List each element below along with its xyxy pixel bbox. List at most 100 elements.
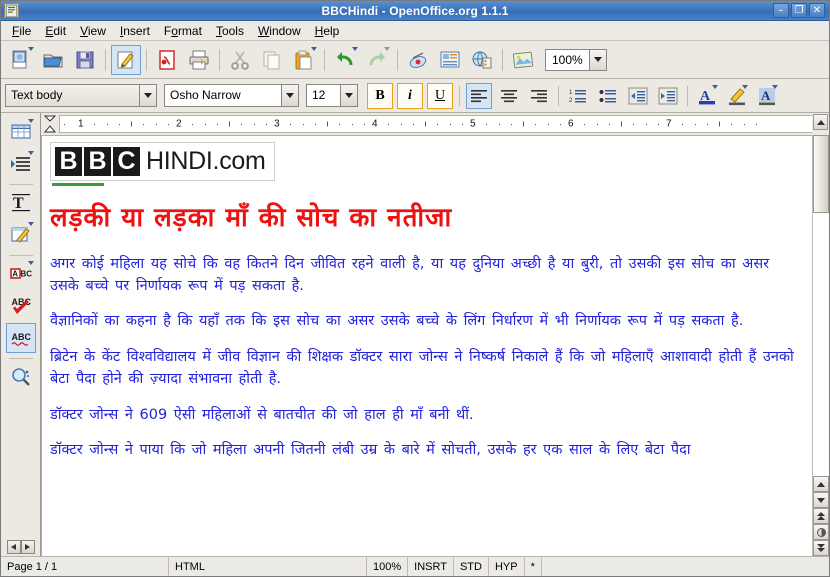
font-size-combo[interactable]: 12: [306, 84, 358, 107]
copy-icon[interactable]: [257, 45, 287, 75]
font-size-value: 12: [312, 88, 326, 102]
menu-tools[interactable]: Tools: [209, 22, 251, 40]
print-file-icon[interactable]: [184, 45, 214, 75]
ruler-minor-mark: [131, 121, 132, 127]
new-document-icon[interactable]: [6, 45, 36, 75]
ruler-minor-mark: [523, 121, 524, 127]
zoom-dropdown-button[interactable]: [588, 49, 606, 70]
bullets-icon[interactable]: [595, 83, 621, 109]
insert-table-dropdown-arrow[interactable]: [27, 119, 34, 123]
redo-dropdown-arrow[interactable]: [384, 46, 390, 51]
highlighting-icon[interactable]: [724, 83, 750, 109]
numbering-icon[interactable]: 12: [565, 83, 591, 109]
redo-icon[interactable]: [362, 45, 392, 75]
toolbar-separator: [502, 48, 503, 71]
document-text-column: B B C HINDI.com लड़की या लड़का माँ की सो…: [50, 142, 802, 462]
horizontal-ruler[interactable]: 1 2 3 4 5 6 7: [59, 115, 812, 133]
scroll-up-button-top[interactable]: [813, 114, 828, 130]
menu-file[interactable]: File: [5, 22, 38, 40]
scroll-down-button[interactable]: [813, 492, 829, 508]
new-dropdown-arrow[interactable]: [28, 46, 34, 51]
previous-page-button[interactable]: [813, 508, 829, 524]
scrollbar-thumb[interactable]: [813, 135, 829, 213]
close-button[interactable]: ✕: [809, 3, 825, 18]
autospellcheck-icon[interactable]: ABC: [5, 323, 36, 353]
cut-icon[interactable]: [225, 45, 255, 75]
font-color-icon[interactable]: A: [694, 83, 720, 109]
ruler-tick-3: 3: [274, 118, 280, 130]
gallery-icon[interactable]: [435, 45, 465, 75]
status-selection-mode[interactable]: STD: [454, 557, 489, 576]
menu-window[interactable]: Window: [251, 22, 308, 40]
next-page-button[interactable]: [813, 540, 829, 556]
edit-file-icon[interactable]: [111, 44, 141, 75]
insert-fields-icon[interactable]: [6, 149, 36, 179]
zoom-combo[interactable]: 100%: [545, 48, 607, 71]
navigator-icon[interactable]: [403, 45, 433, 75]
navigation-target-button[interactable]: [813, 524, 829, 540]
align-right-icon[interactable]: [526, 83, 552, 109]
font-name-combo[interactable]: Osho Narrow: [164, 84, 299, 107]
undo-dropdown-arrow[interactable]: [352, 46, 358, 51]
paragraph-style-combo[interactable]: Text body: [5, 84, 157, 107]
paste-dropdown-arrow[interactable]: [311, 46, 317, 51]
increase-indent-icon[interactable]: [655, 83, 681, 109]
status-insert-mode[interactable]: INSRT: [408, 557, 454, 576]
online-layout-icon[interactable]: [508, 45, 538, 75]
highlighting-dropdown-arrow[interactable]: [742, 84, 748, 89]
zoom-value: 100%: [552, 52, 583, 67]
scroll-left-button[interactable]: [6, 540, 21, 554]
open-document-icon[interactable]: [38, 45, 68, 75]
export-pdf-icon[interactable]: [152, 45, 182, 75]
align-left-icon[interactable]: [466, 82, 492, 109]
vertical-scrollbar[interactable]: [812, 135, 829, 556]
horizontal-scroll-mini[interactable]: [6, 540, 35, 554]
paragraph-style-dropdown[interactable]: [139, 85, 156, 106]
insert-table-icon[interactable]: [6, 117, 36, 147]
find-replace-dropdown-arrow[interactable]: [27, 261, 34, 265]
draw-functions-dropdown-arrow[interactable]: [27, 222, 34, 226]
font-color-dropdown-arrow[interactable]: [712, 84, 718, 89]
menu-view[interactable]: View: [73, 22, 113, 40]
font-name-dropdown[interactable]: [281, 85, 298, 106]
ruler-tick-7: 7: [666, 118, 672, 130]
minimize-button[interactable]: –: [773, 3, 789, 18]
scroll-right-button[interactable]: [20, 540, 35, 554]
font-size-dropdown[interactable]: [340, 85, 357, 106]
paste-icon[interactable]: [289, 45, 319, 75]
spellcheck-icon[interactable]: ABC: [6, 291, 36, 321]
menu-insert[interactable]: Insert: [113, 22, 157, 40]
decrease-indent-icon[interactable]: [625, 83, 651, 109]
restore-button[interactable]: ❐: [791, 3, 807, 18]
status-modified-indicator: *: [525, 557, 542, 576]
undo-icon[interactable]: [330, 45, 360, 75]
underline-button[interactable]: U: [427, 82, 453, 109]
insert-text-frame-icon[interactable]: T: [6, 188, 36, 218]
menu-edit[interactable]: Edit: [38, 22, 73, 40]
ruler-minor-mark: [633, 124, 635, 125]
menu-help[interactable]: Help: [308, 22, 347, 40]
bold-button[interactable]: B: [367, 82, 393, 109]
scroll-up-button[interactable]: [813, 476, 829, 492]
bbc-hindi-logo: B B C HINDI.com: [50, 142, 802, 186]
status-zoom[interactable]: 100%: [367, 557, 409, 576]
ruler-minor-mark: [339, 124, 341, 125]
graphics-view-icon[interactable]: [6, 362, 36, 392]
align-center-icon[interactable]: [496, 83, 522, 109]
draw-functions-icon[interactable]: [6, 220, 36, 250]
background-color-icon[interactable]: A: [754, 83, 780, 109]
svg-text:ABC: ABC: [11, 332, 31, 342]
background-color-dropdown-arrow[interactable]: [772, 84, 778, 89]
menu-format[interactable]: Format: [157, 22, 209, 40]
save-document-icon[interactable]: [70, 45, 100, 75]
insert-fields-dropdown-arrow[interactable]: [27, 151, 34, 155]
document-canvas[interactable]: B B C HINDI.com लड़की या लड़का माँ की सो…: [41, 135, 812, 556]
italic-button[interactable]: i: [397, 82, 423, 109]
scrollbar-trough[interactable]: [813, 135, 829, 476]
indent-marker[interactable]: [41, 113, 59, 135]
status-hyperlink-mode[interactable]: HYP: [489, 557, 525, 576]
scrollbar-grip: [817, 166, 825, 182]
find-replace-icon[interactable]: A BC: [6, 259, 36, 289]
ruler-minor-mark: [192, 124, 194, 125]
data-sources-icon[interactable]: [467, 45, 497, 75]
